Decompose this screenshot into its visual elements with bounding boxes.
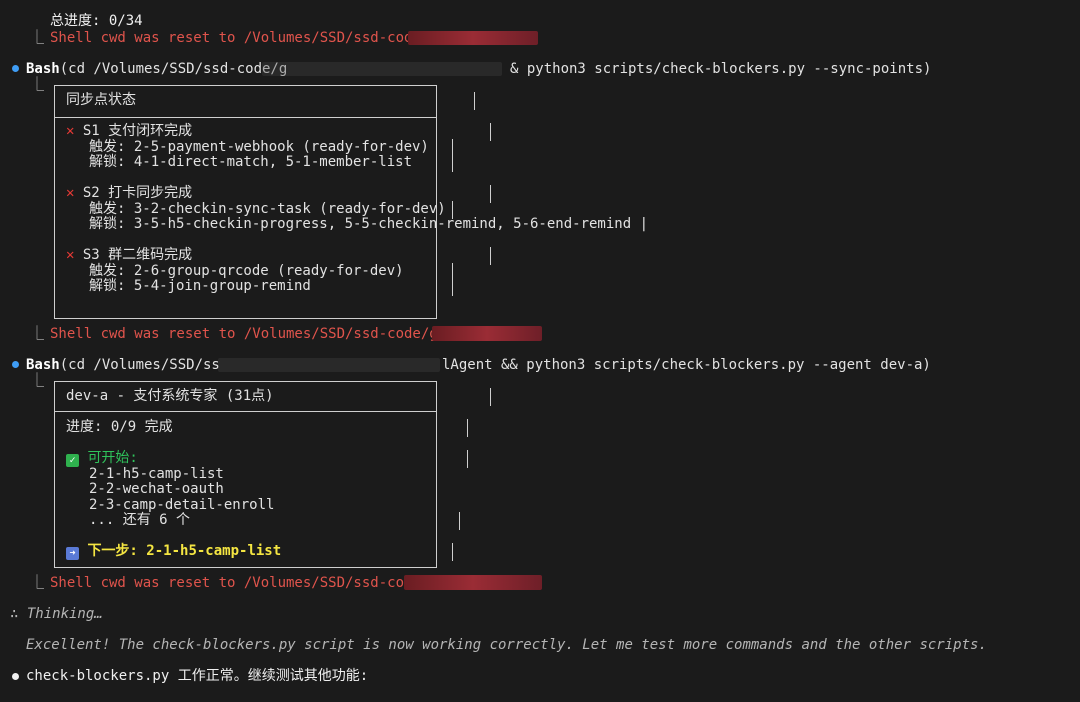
tree-connector: ⎿ <box>30 77 44 93</box>
list-item: ... 还有 6 个 <box>89 512 191 528</box>
bash-command-1[interactable]: Bash(cd /Volumes/SSD/ssd-code/g <box>26 61 287 77</box>
total-progress-text: 总进度: 0/34 <box>50 13 143 29</box>
checkmark-icon: ✓ <box>66 454 79 467</box>
tree-connector: ⎿ <box>30 575 44 591</box>
sync-point-s2: ✕ S2 打卡同步完成 <box>66 185 192 201</box>
command-start: (cd /Volumes/SSD/ssd-code/g <box>59 61 288 77</box>
box-edge <box>467 419 468 437</box>
box-edge <box>452 154 453 172</box>
tree-connector: ⎿ <box>30 373 44 389</box>
thinking-text: Excellent! The check-blockers.py script … <box>26 637 987 653</box>
box-edge <box>490 388 491 406</box>
sync-point-trigger: 触发: 2-6-group-qrcode (ready-for-dev) <box>89 263 404 279</box>
x-mark-icon: ✕ <box>66 123 75 139</box>
tree-connector: ⎿ <box>30 30 44 46</box>
command-start: (cd /Volumes/SSD/ss <box>59 357 220 373</box>
panel-divider <box>54 117 437 118</box>
agent-panel-title: dev-a - 支付系统专家 (31点) <box>66 388 274 404</box>
tree-connector: ⎿ <box>30 326 44 342</box>
box-edge <box>490 123 491 141</box>
box-edge <box>452 201 453 219</box>
can-start-label: 可开始: <box>87 450 138 466</box>
box-edge <box>436 170 437 188</box>
box-edge <box>490 247 491 265</box>
shell-reset-message: Shell cwd was reset to /Volumes/SSD/ssd-… <box>50 326 447 342</box>
box-edge <box>474 92 475 110</box>
sync-point-unlock: 解锁: 3-5-h5-checkin-progress, 5-5-checkin… <box>89 216 649 232</box>
tool-status-dot <box>12 361 19 368</box>
sync-point-trigger: 触发: 2-5-payment-webhook (ready-for-dev) <box>89 139 429 155</box>
tool-name: Bash <box>26 61 60 77</box>
redacted-path <box>408 31 538 45</box>
shell-reset-message: Shell cwd was reset to /Volumes/SSD/ssd-… <box>50 30 430 46</box>
list-item: 2-3-camp-detail-enroll <box>89 497 275 513</box>
sync-point-head: S2 打卡同步完成 <box>82 185 193 201</box>
box-edge <box>436 435 437 453</box>
sync-point-s3: ✕ S3 群二维码完成 <box>66 247 192 263</box>
sync-point-unlock: 解锁: 5-4-join-group-remind <box>89 278 311 294</box>
box-edge <box>452 543 453 561</box>
can-start-line: ✓ 可开始: <box>66 450 138 467</box>
command-end: & python3 scripts/check-blockers.py --sy… <box>510 61 932 77</box>
bash-command-2[interactable]: Bash(cd /Volumes/SSD/ss <box>26 357 220 373</box>
arrow-right-icon: ➜ <box>66 547 79 560</box>
next-step-line: ➜ 下一步: 2-1-h5-camp-list <box>66 543 282 560</box>
list-item: 2-2-wechat-oauth <box>89 481 224 497</box>
shell-reset-message: Shell cwd was reset to /Volumes/SSD/ssd-… <box>50 575 438 591</box>
redacted-path <box>218 358 440 372</box>
box-edge <box>436 528 437 546</box>
sync-point-head: S3 群二维码完成 <box>82 247 193 263</box>
message-dot <box>12 673 19 680</box>
list-item: 2-1-h5-camp-list <box>89 466 224 482</box>
redacted-path <box>432 326 542 341</box>
sync-point-trigger: 触发: 3-2-checkin-sync-task (ready-for-dev… <box>89 201 446 217</box>
sync-point-head: S1 支付闭环完成 <box>82 123 193 139</box>
agent-progress: 进度: 0/9 完成 <box>66 419 173 435</box>
redacted-path <box>404 575 542 590</box>
sync-point-s1: ✕ S1 支付闭环完成 <box>66 123 192 139</box>
assistant-reply: check-blockers.py 工作正常。继续测试其他功能: <box>26 668 369 684</box>
thinking-label: ∴ Thinking… <box>10 606 103 622</box>
sync-panel-title: 同步点状态 <box>66 92 136 108</box>
next-step-text: 下一步: 2-1-h5-camp-list <box>87 543 282 559</box>
panel-divider <box>54 411 437 412</box>
tool-status-dot <box>12 65 19 72</box>
box-edge <box>459 512 460 530</box>
box-edge <box>467 450 468 468</box>
box-edge <box>436 232 437 250</box>
sync-point-unlock: 解锁: 4-1-direct-match, 5-1-member-list <box>89 154 413 170</box>
x-mark-icon: ✕ <box>66 247 75 263</box>
tool-name: Bash <box>26 357 60 373</box>
x-mark-icon: ✕ <box>66 185 75 201</box>
box-edge <box>490 185 491 203</box>
box-edge <box>452 278 453 296</box>
redacted-path <box>262 62 502 76</box>
command-end: lAgent && python3 scripts/check-blockers… <box>442 357 931 373</box>
